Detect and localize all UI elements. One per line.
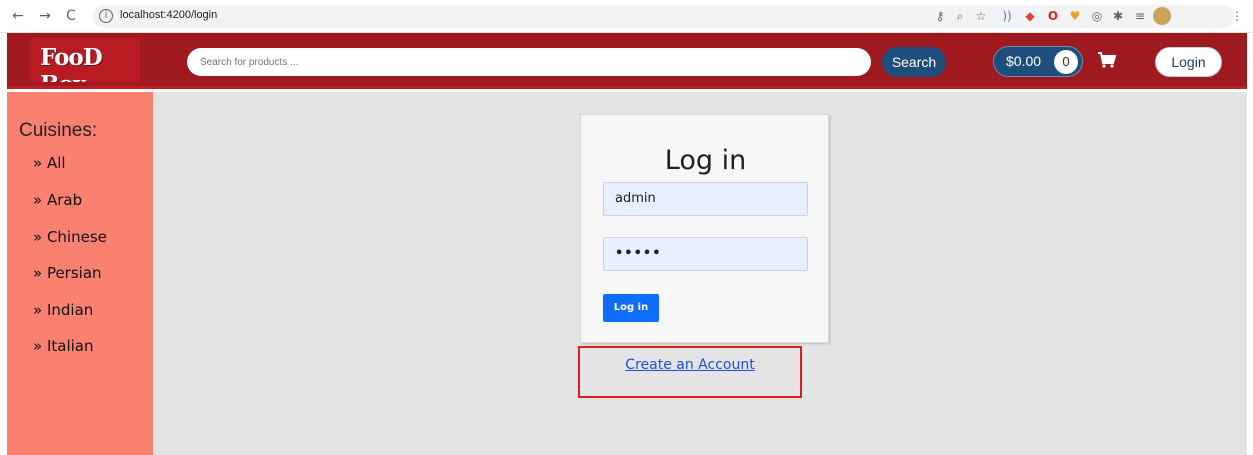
- search-input[interactable]: [187, 48, 871, 76]
- cart-total: $0.00: [1006, 53, 1042, 69]
- login-card: Log in admin ••••• Log in: [580, 114, 829, 343]
- sidebar-title: Cuisines:: [19, 120, 98, 141]
- sidebar-item-persian[interactable]: » Persian: [33, 264, 102, 282]
- create-account-highlight: Create an Account: [578, 346, 802, 398]
- star-icon[interactable]: ☆: [974, 9, 988, 23]
- extension-heart-icon[interactable]: ♥: [1068, 9, 1082, 23]
- create-account-link[interactable]: Create an Account: [580, 357, 800, 373]
- info-icon[interactable]: i: [99, 9, 113, 23]
- login-title: Log in: [664, 145, 747, 176]
- browser-toolbar: ← → C i localhost:4200/login ⚷ ⌕ ☆ )) ◆ …: [0, 0, 1253, 33]
- profile-avatar[interactable]: [1153, 7, 1171, 25]
- cart-summary-button[interactable]: $0.00 0: [993, 46, 1083, 77]
- address-bar[interactable]: i localhost:4200/login: [92, 5, 1235, 28]
- extension-shield-icon[interactable]: ◆: [1023, 9, 1037, 23]
- zoom-icon[interactable]: ⌕: [953, 9, 967, 23]
- cart-count-badge: 0: [1054, 50, 1078, 74]
- app-header: FooD Box Search $0.00 0 Login: [7, 33, 1247, 89]
- sidebar-item-chinese[interactable]: » Chinese: [33, 228, 107, 246]
- logo[interactable]: FooD Box: [30, 38, 140, 82]
- main-content: Log in admin ••••• Log in Create an Acco…: [153, 92, 1247, 455]
- extension-audio-icon[interactable]: )): [1000, 9, 1014, 23]
- url-text[interactable]: localhost:4200/login: [120, 9, 217, 21]
- menu-icon[interactable]: ⋮: [1230, 9, 1244, 23]
- forward-icon[interactable]: →: [37, 8, 53, 24]
- cuisine-sidebar: Cuisines: » All » Arab » Chinese » Persi…: [7, 92, 153, 455]
- sidebar-item-arab[interactable]: » Arab: [33, 191, 82, 209]
- reading-list-icon[interactable]: ≡: [1133, 9, 1147, 23]
- reload-icon[interactable]: C: [63, 8, 79, 24]
- logo-text: FooD Box: [40, 44, 103, 82]
- login-submit-button[interactable]: Log in: [603, 294, 659, 322]
- back-icon[interactable]: ←: [10, 8, 26, 24]
- password-field[interactable]: •••••: [603, 237, 808, 271]
- sidebar-item-italian[interactable]: » Italian: [33, 337, 93, 355]
- puzzle-icon[interactable]: ✱: [1111, 9, 1125, 23]
- search-button[interactable]: Search: [882, 47, 946, 77]
- sidebar-item-indian[interactable]: » Indian: [33, 301, 93, 319]
- extension-circle-icon[interactable]: ◎: [1090, 9, 1104, 23]
- key-icon[interactable]: ⚷: [933, 9, 947, 23]
- extension-opera-icon[interactable]: O: [1046, 9, 1060, 23]
- cart-icon[interactable]: [1097, 51, 1117, 69]
- username-field[interactable]: admin: [603, 182, 808, 216]
- sidebar-item-all[interactable]: » All: [33, 154, 66, 172]
- login-button[interactable]: Login: [1155, 47, 1222, 77]
